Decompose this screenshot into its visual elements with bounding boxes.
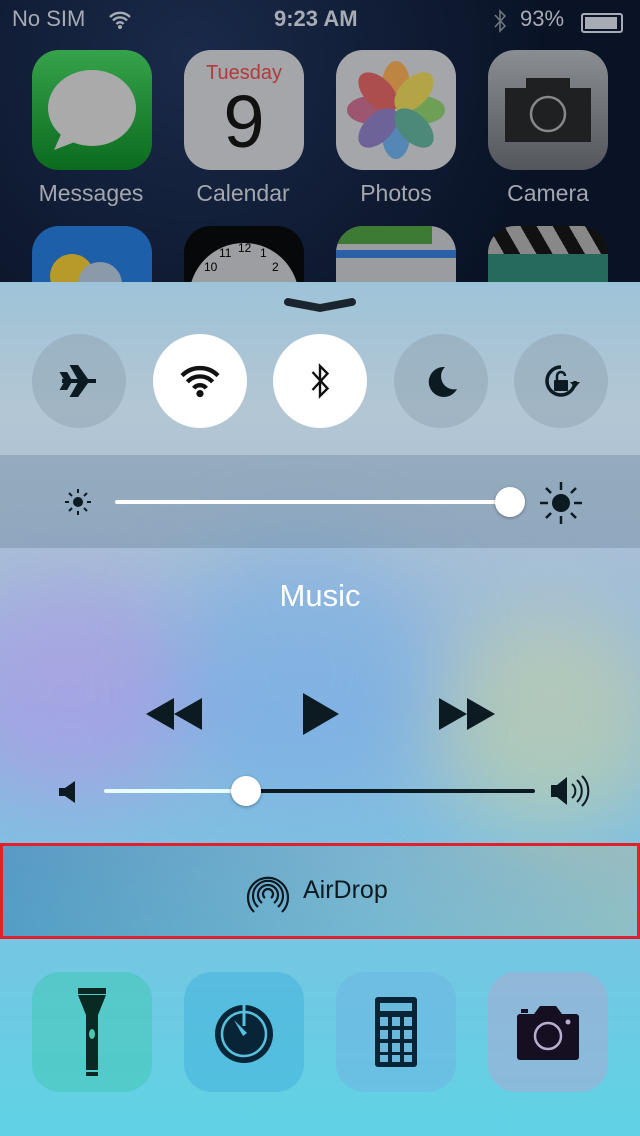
rotation-lock-icon [545, 365, 580, 397]
play-button[interactable] [302, 692, 340, 736]
app-label: Photos [360, 180, 432, 206]
rotation-lock-toggle[interactable] [514, 334, 608, 428]
airdrop-icon [246, 876, 290, 913]
battery-percent: 93% [520, 6, 565, 31]
calendar-date: 9 [223, 80, 265, 163]
wifi-icon [109, 11, 131, 29]
clock-number: 1 [260, 246, 267, 260]
clock-number: 10 [204, 260, 218, 274]
clock-number: 12 [238, 241, 252, 255]
volume-track-filled [104, 789, 247, 793]
clock-number: 2 [272, 260, 279, 274]
volume-low-icon [59, 781, 75, 803]
camera-icon [517, 1006, 579, 1060]
flashlight-button[interactable] [32, 972, 152, 1092]
rewind-button[interactable] [145, 696, 203, 732]
timer-icon [215, 1004, 273, 1063]
bluetooth-icon [494, 9, 507, 33]
calculator-icon [375, 997, 417, 1067]
timer-button[interactable] [184, 972, 304, 1092]
dismiss-handle-chevron-icon[interactable] [282, 294, 358, 314]
brightness-slider[interactable] [495, 487, 525, 517]
photos-flower-icon [347, 61, 445, 159]
brightness-low-icon [65, 489, 91, 515]
brightness-section [0, 455, 640, 548]
status-time: 9:23 AM [274, 6, 358, 31]
volume-track-remaining [246, 789, 535, 793]
flashlight-icon [78, 988, 106, 1076]
do-not-disturb-toggle[interactable] [394, 334, 488, 428]
brightness-track [115, 500, 510, 504]
bluetooth-icon [311, 363, 330, 399]
camera-button[interactable] [488, 972, 608, 1092]
airdrop-button[interactable]: AirDrop [0, 843, 640, 939]
home-screen-background: No SIM 9:23 AM 93% Tuesday 9 Messages Ca… [0, 0, 640, 346]
camera-icon [505, 78, 591, 142]
airplane-mode-toggle[interactable] [32, 334, 126, 428]
music-title: Music [279, 578, 361, 613]
wifi-icon [180, 365, 220, 398]
volume-slider[interactable] [231, 776, 262, 806]
app-label: Camera [507, 180, 589, 206]
app-camera[interactable] [488, 50, 608, 170]
brightness-high-icon [540, 482, 582, 524]
airplane-icon [59, 365, 96, 397]
bluetooth-toggle[interactable] [273, 334, 367, 428]
clock-number: 11 [219, 246, 232, 260]
calculator-button[interactable] [336, 972, 456, 1092]
control-center: Music AirDrop [0, 282, 640, 1136]
app-messages[interactable] [32, 50, 152, 170]
carrier-label: No SIM [12, 6, 86, 31]
fast-forward-button[interactable] [438, 696, 496, 732]
volume-high-icon [551, 775, 590, 807]
app-label: Calendar [196, 180, 290, 206]
wifi-toggle[interactable] [153, 334, 247, 428]
moon-icon [428, 366, 457, 397]
weather-icon [50, 254, 122, 306]
airdrop-label: AirDrop [303, 876, 388, 904]
app-calendar[interactable]: Tuesday 9 [184, 50, 304, 170]
clock-face-icon: 12 12 1011 [189, 241, 299, 346]
message-bubble-icon [48, 70, 136, 150]
battery-icon [581, 13, 623, 33]
app-label: Messages [38, 180, 144, 206]
app-photos[interactable] [336, 50, 456, 170]
